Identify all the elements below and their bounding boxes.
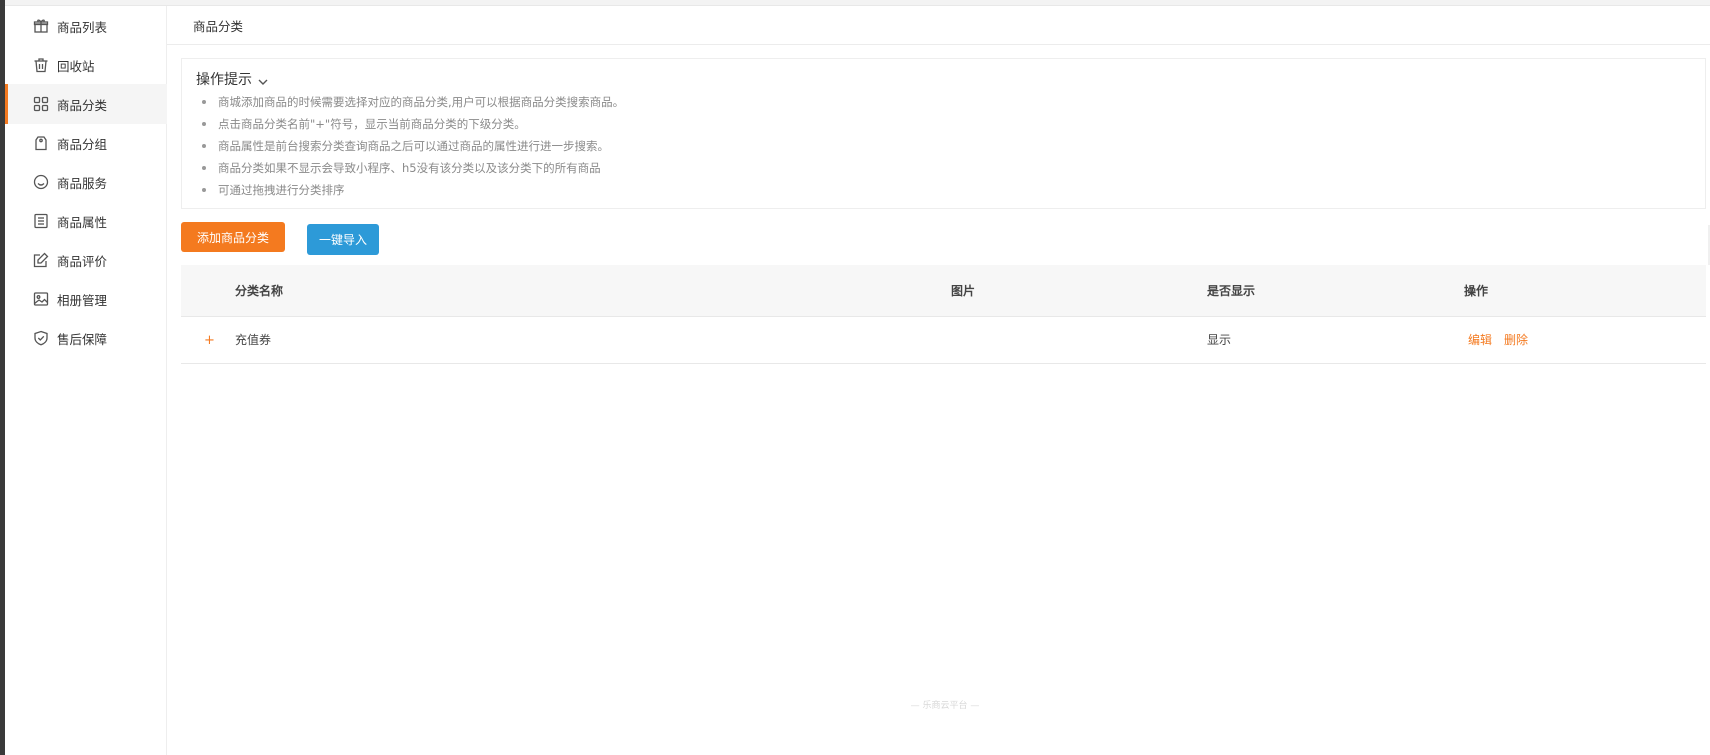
- sidebar-item-label: 售后保障: [57, 331, 108, 347]
- table-row[interactable]: + 充值券 显示 编辑 删除: [181, 317, 1706, 364]
- sidebar-item-goods-service[interactable]: 商品服务: [5, 162, 167, 202]
- page-header: 商品分类: [167, 6, 1710, 45]
- tip-item: 商品分类如果不显示会导致小程序、h5没有该分类以及该分类下的所有商品: [202, 157, 624, 179]
- operation-tips: 操作提示 商城添加商品的时候需要选择对应的商品分类,用户可以根据商品分类搜索商品…: [181, 58, 1706, 209]
- tip-item: 商品属性是前台搜索分类查询商品之后可以通过商品的属性进行进一步搜索。: [202, 135, 624, 157]
- edit-icon: [33, 252, 49, 268]
- sidebar-item-label: 回收站: [57, 58, 95, 74]
- sidebar-item-after-sales[interactable]: 售后保障: [5, 318, 167, 358]
- category-table: 分类名称 图片 是否显示 操作 + 充值券 显示 编辑 删除: [181, 265, 1706, 364]
- column-header-image: 图片: [951, 284, 976, 298]
- sidebar-item-goods-review[interactable]: 商品评价: [5, 240, 167, 280]
- sidebar-item-album[interactable]: 相册管理: [5, 279, 167, 319]
- edit-link[interactable]: 编辑: [1468, 317, 1492, 364]
- bullet-icon: [202, 122, 206, 126]
- tips-title: 操作提示: [196, 72, 252, 88]
- tip-item: 点击商品分类名前"+"符号，显示当前商品分类的下级分类。: [202, 113, 624, 135]
- bullet-icon: [202, 166, 206, 170]
- sidebar-item-label: 商品属性: [57, 214, 108, 230]
- sidebar-item-goods-attribute[interactable]: 商品属性: [5, 201, 167, 241]
- sidebar: 商品列表 回收站 商品分类 商品分组 商品服务 商品属性 商品评价 相册管理 售…: [5, 6, 167, 755]
- sidebar-item-label: 商品列表: [57, 19, 108, 35]
- add-category-button[interactable]: 添加商品分类: [181, 222, 285, 252]
- tips-toggle[interactable]: 操作提示: [196, 69, 269, 89]
- one-click-import-button[interactable]: 一键导入: [307, 224, 379, 255]
- sidebar-item-label: 商品分组: [57, 136, 108, 152]
- category-name: 充值券: [235, 333, 272, 347]
- page-title: 商品分类: [193, 18, 244, 34]
- shield-icon: [33, 330, 49, 346]
- grid-icon: [33, 96, 49, 112]
- trash-icon: [33, 57, 49, 73]
- sidebar-item-label: 商品服务: [57, 175, 108, 191]
- image-icon: [33, 291, 49, 307]
- table-header: 分类名称 图片 是否显示 操作: [181, 265, 1706, 317]
- tip-item: 可通过拖拽进行分类排序: [202, 179, 624, 201]
- sidebar-item-recycle-bin[interactable]: 回收站: [5, 45, 167, 85]
- column-header-name: 分类名称: [235, 284, 284, 298]
- list-icon: [33, 213, 49, 229]
- footer-brand: — 乐商云平台 —: [910, 701, 980, 711]
- sidebar-item-goods-list[interactable]: 商品列表: [5, 6, 167, 46]
- tips-list: 商城添加商品的时候需要选择对应的商品分类,用户可以根据商品分类搜索商品。 点击商…: [202, 91, 624, 201]
- expand-toggle[interactable]: +: [204, 317, 215, 364]
- sidebar-item-goods-group[interactable]: 商品分组: [5, 123, 167, 163]
- delete-link[interactable]: 删除: [1504, 317, 1528, 364]
- bullet-icon: [202, 144, 206, 148]
- sidebar-item-label: 商品评价: [57, 253, 108, 269]
- gift-icon: [33, 18, 49, 34]
- column-header-display: 是否显示: [1207, 284, 1256, 298]
- tip-item: 商城添加商品的时候需要选择对应的商品分类,用户可以根据商品分类搜索商品。: [202, 91, 624, 113]
- chevron-down-icon: [257, 73, 269, 85]
- smile-icon: [33, 174, 49, 190]
- bullet-icon: [202, 100, 206, 104]
- sidebar-item-label: 商品分类: [57, 97, 108, 113]
- display-status: 显示: [1207, 333, 1232, 347]
- column-header-actions: 操作: [1464, 284, 1489, 298]
- sidebar-item-goods-category[interactable]: 商品分类: [5, 84, 167, 124]
- sidebar-item-label: 相册管理: [57, 292, 108, 308]
- bullet-icon: [202, 188, 206, 192]
- tag-icon: [33, 135, 49, 151]
